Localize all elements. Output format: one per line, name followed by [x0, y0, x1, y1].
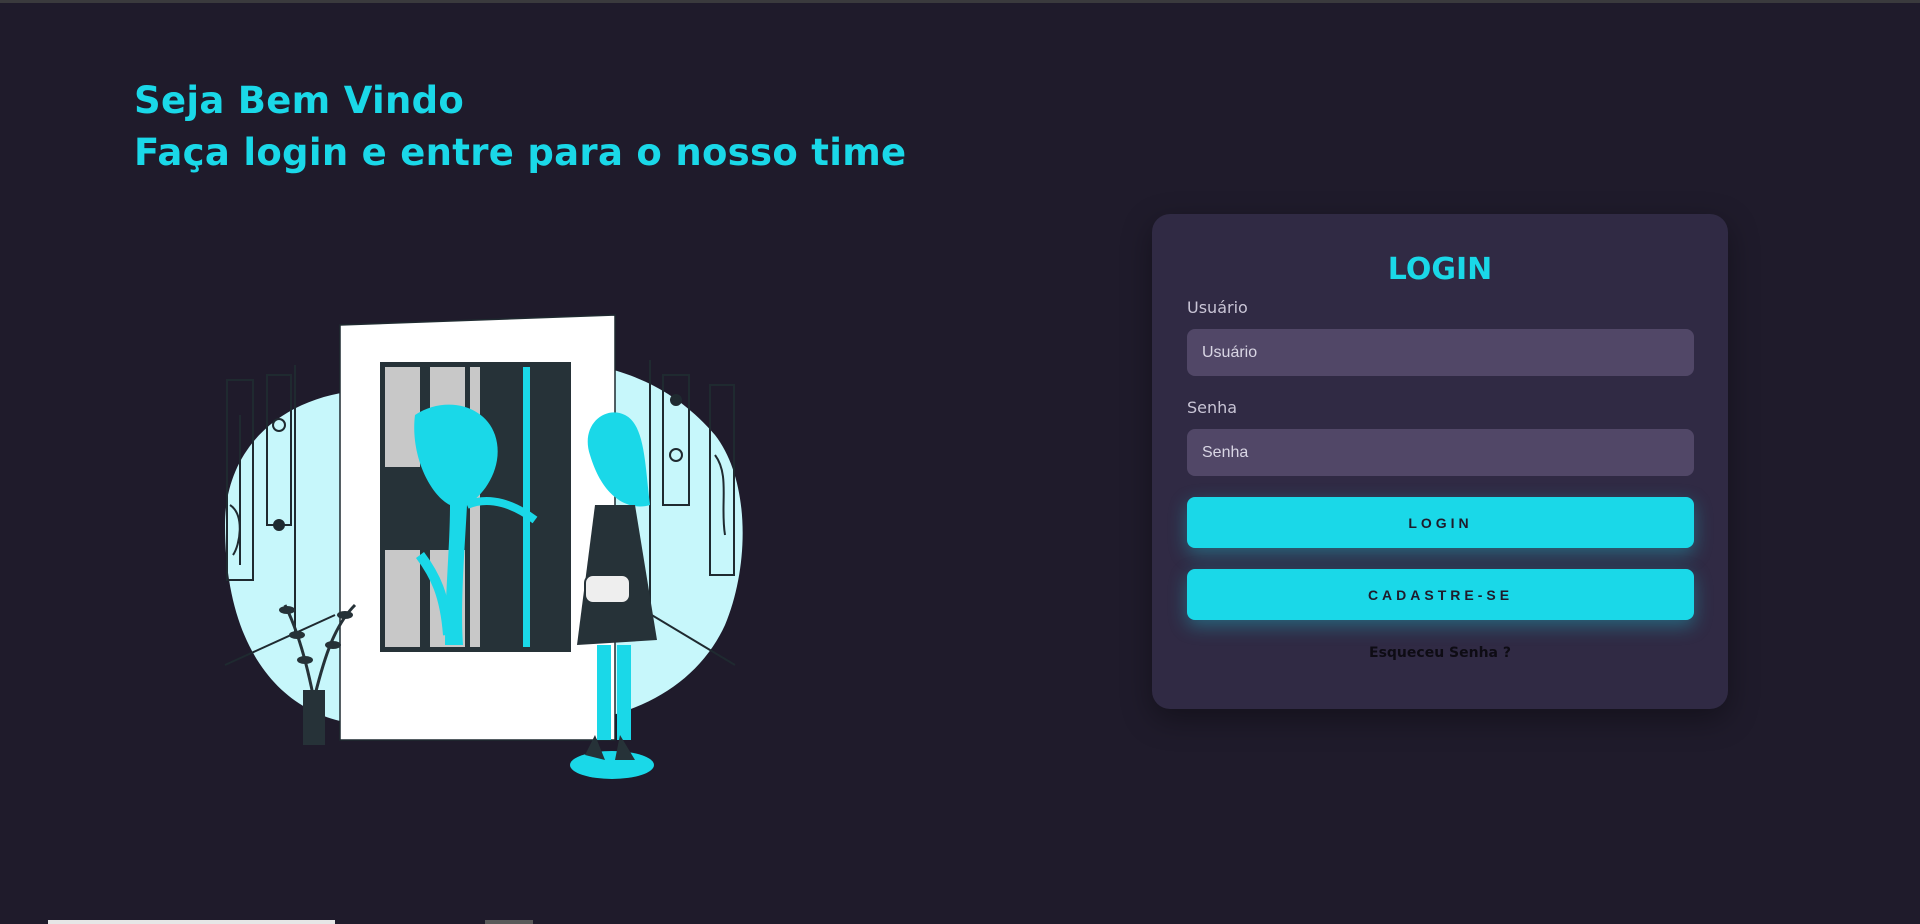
login-title: LOGIN	[1387, 252, 1493, 287]
art-gallery-illustration	[224, 314, 743, 779]
hero-heading: Seja Bem Vindo Faça login e entre para o…	[134, 75, 906, 179]
top-border	[0, 0, 1920, 3]
password-label: Senha	[1187, 398, 1238, 417]
login-button[interactable]: LOGIN	[1187, 497, 1694, 548]
forgot-password-link[interactable]: Esqueceu Senha ?	[1152, 644, 1728, 662]
bottom-scrollbar-segment	[48, 920, 335, 924]
username-label: Usuário	[1187, 298, 1248, 317]
username-input[interactable]	[1187, 329, 1694, 376]
signup-button[interactable]: CADASTRE-SE	[1187, 569, 1694, 620]
bottom-scrollbar-segment-2	[485, 920, 533, 924]
login-card: LOGIN Usuário Senha LOGIN CADASTRE-SE Es…	[1152, 214, 1728, 709]
hero-line-subtitle: Faça login e entre para o nosso time	[134, 131, 907, 174]
password-input[interactable]	[1187, 429, 1694, 476]
hero-line-welcome: Seja Bem Vindo	[134, 79, 465, 122]
